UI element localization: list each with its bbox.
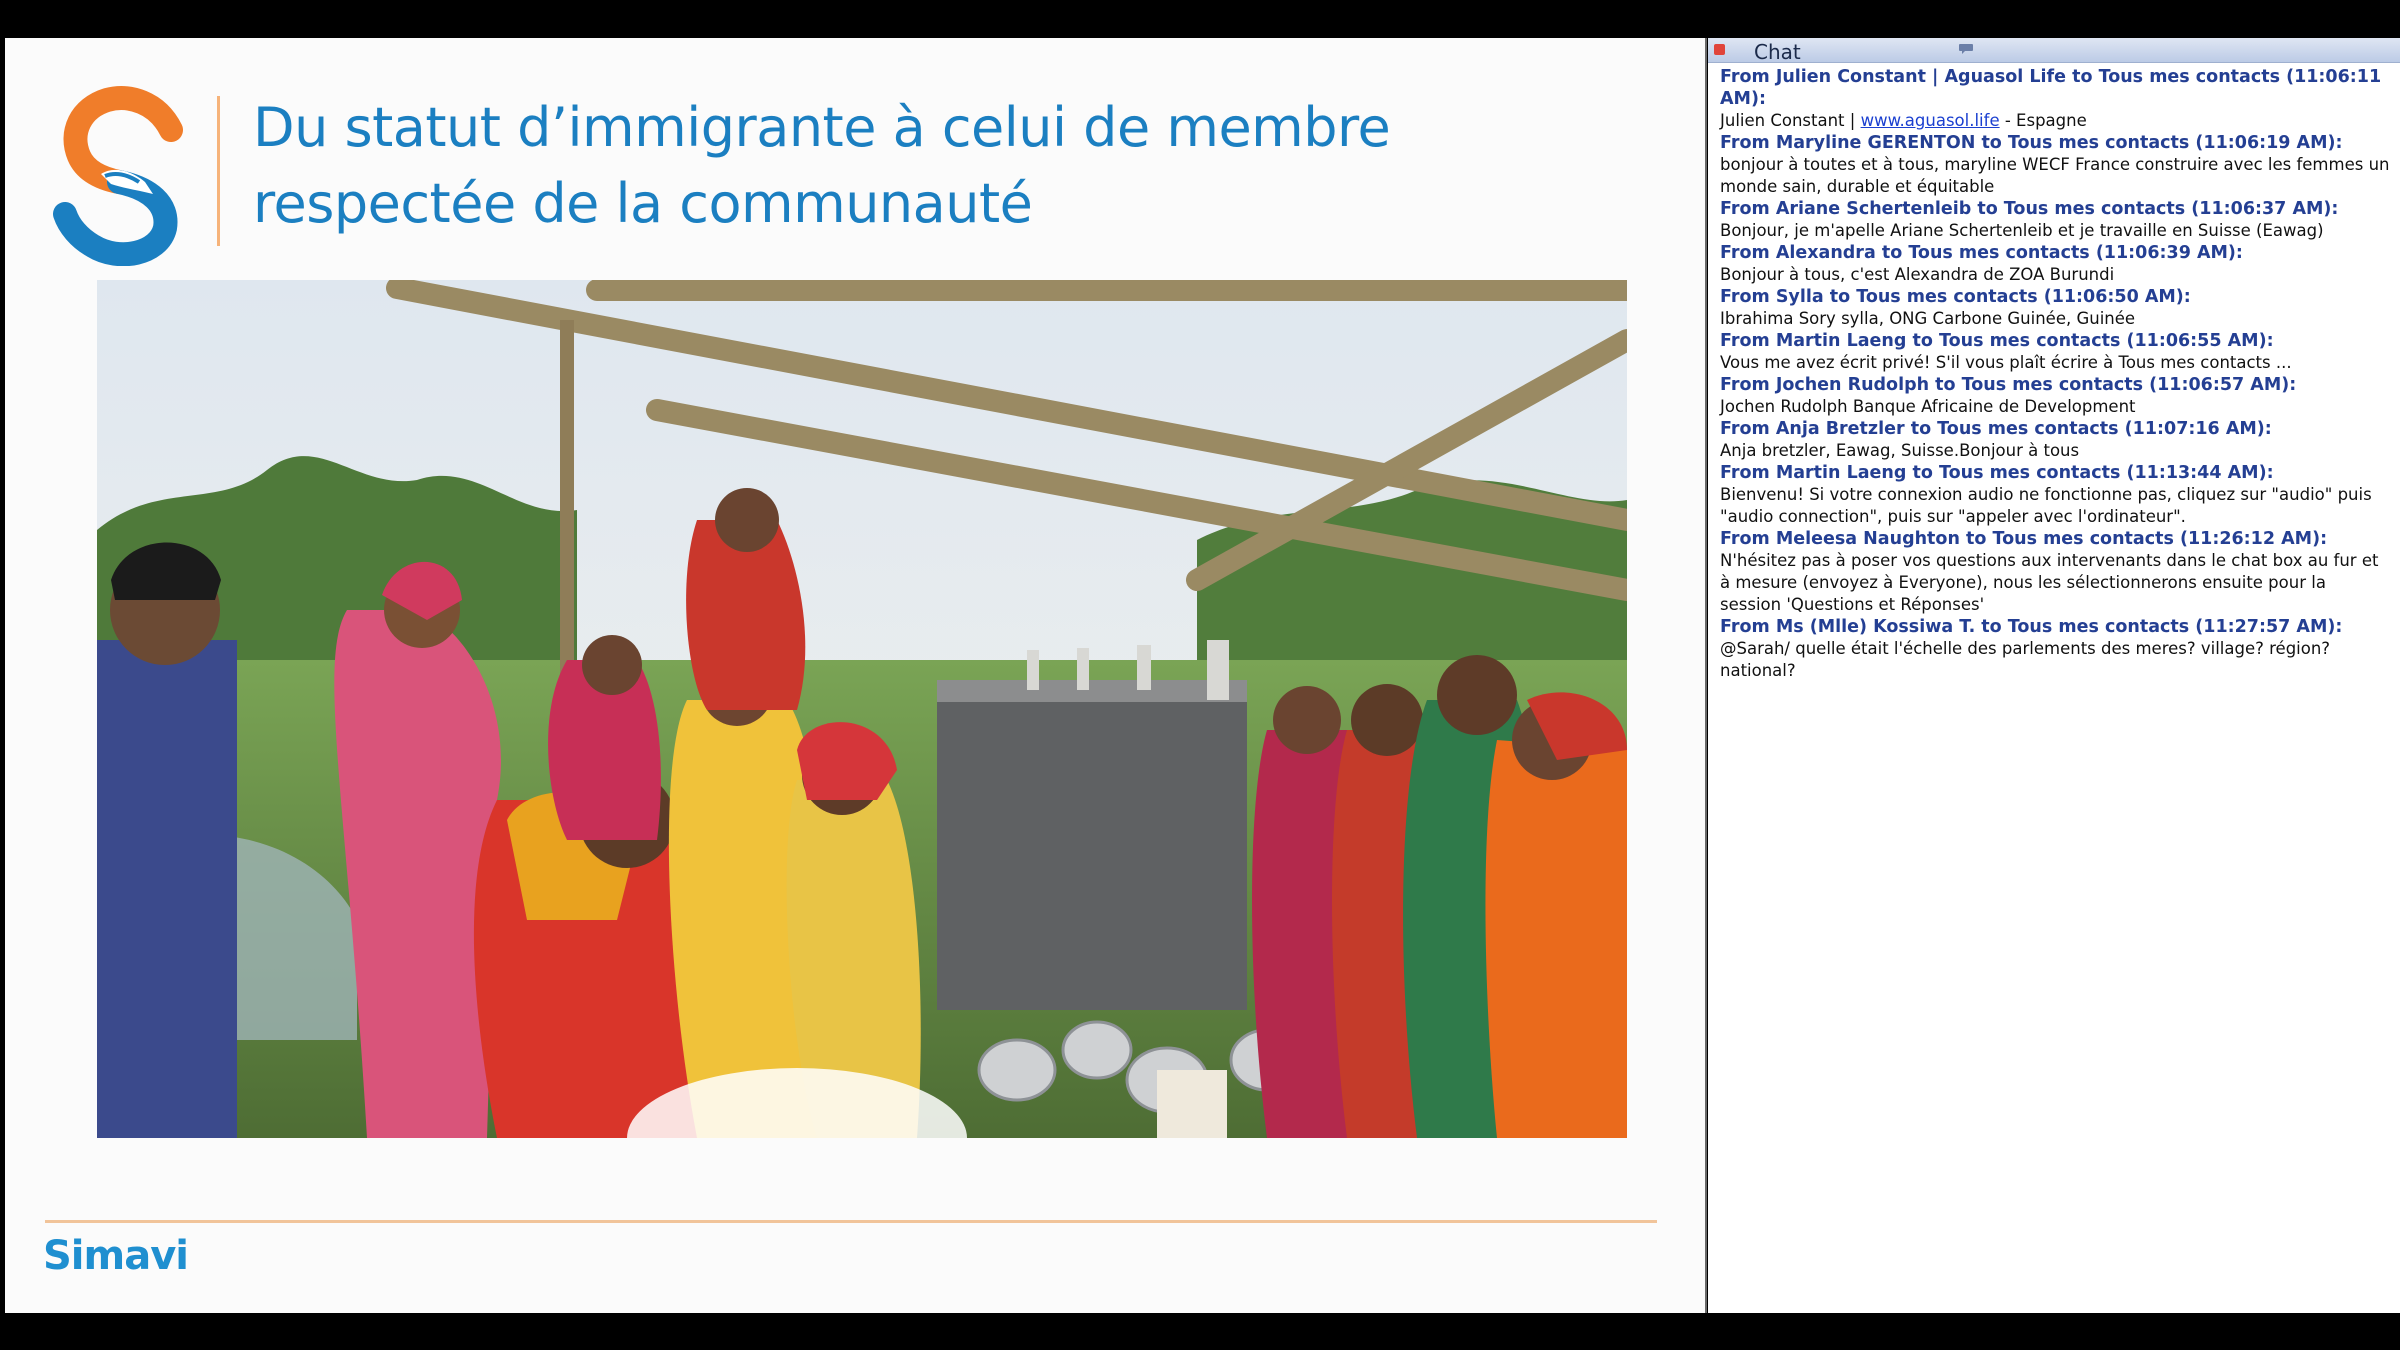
chat-message-text: - Espagne [1999, 111, 2087, 130]
footer-divider [45, 1220, 1657, 1223]
chat-message: From Sylla to Tous mes contacts (11:06:5… [1720, 286, 2392, 330]
slide-title: Du statut d’immigrante à celui de membre… [253, 90, 1553, 242]
chat-bubble-icon[interactable] [1958, 43, 1974, 55]
screen: Du statut d’immigrante à celui de membre… [0, 0, 2400, 1350]
chat-message: From Ariane Schertenleib to Tous mes con… [1720, 198, 2392, 242]
chat-message-body: N'hésitez pas à poser vos questions aux … [1720, 551, 2379, 614]
chat-message-body: Bienvenu! Si votre connexion audio ne fo… [1720, 485, 2372, 526]
chat-header: Chat [1708, 38, 2400, 64]
chat-message: From Maryline GERENTON to Tous mes conta… [1720, 132, 2392, 198]
title-divider [217, 96, 220, 246]
chat-panel: Chat From Julien Constant | Aguasol Life… [1708, 38, 2400, 1313]
simavi-s-logo-icon [53, 86, 183, 266]
chat-message-body: bonjour à toutes et à tous, maryline WEC… [1720, 155, 2390, 196]
simavi-logo: Simavi [43, 1233, 189, 1279]
chat-message-body: Vous me avez écrit privé! S'il vous plaî… [1720, 353, 2292, 372]
chat-message: From Alexandra to Tous mes contacts (11:… [1720, 242, 2392, 286]
chat-message: From Martin Laeng to Tous mes contacts (… [1720, 462, 2392, 528]
chat-message-header: From Ariane Schertenleib to Tous mes con… [1720, 199, 2339, 219]
chat-message: From Jochen Rudolph to Tous mes contacts… [1720, 374, 2392, 418]
slide-title-line2: respectée de la communauté [253, 172, 1033, 235]
chat-message-text: Julien Constant | [1720, 111, 1861, 130]
chat-message-list[interactable]: From Julien Constant | Aguasol Life to T… [1720, 66, 2392, 682]
chat-message-body: Bonjour, je m'apelle Ariane Schertenleib… [1720, 221, 2324, 240]
chat-message: From Anja Bretzler to Tous mes contacts … [1720, 418, 2392, 462]
chat-message: From Julien Constant | Aguasol Life to T… [1720, 66, 2392, 132]
chat-message-body: Julien Constant | www.aguasol.life - Esp… [1720, 110, 2392, 132]
presentation-slide: Du statut d’immigrante à celui de membre… [5, 38, 1707, 1313]
chat-message-header: From Jochen Rudolph to Tous mes contacts… [1720, 375, 2297, 395]
aguasol-link[interactable]: www.aguasol.life [1861, 111, 2000, 130]
chat-message-header: From Martin Laeng to Tous mes contacts (… [1720, 331, 2274, 351]
chat-message-header: From Sylla to Tous mes contacts (11:06:5… [1720, 287, 2191, 307]
chat-message-header: From Maryline GERENTON to Tous mes conta… [1720, 133, 2343, 153]
slide-title-line1: Du statut d’immigrante à celui de membre [253, 96, 1391, 159]
slide-photo [97, 280, 1627, 1138]
chat-title: Chat [1754, 40, 1801, 64]
chat-message: From Meleesa Naughton to Tous mes contac… [1720, 528, 2392, 616]
chat-message-body: Bonjour à tous, c'est Alexandra de ZOA B… [1720, 265, 2115, 284]
chat-message-header: From Julien Constant | Aguasol Life to T… [1720, 67, 2382, 109]
chat-message-header: From Meleesa Naughton to Tous mes contac… [1720, 529, 2328, 549]
chat-message-body: Anja bretzler, Eawag, Suisse.Bonjour à t… [1720, 441, 2080, 460]
water-point-photo-illustration [97, 280, 1627, 1138]
chat-message-header: From Anja Bretzler to Tous mes contacts … [1720, 419, 2272, 439]
chat-message-header: From Alexandra to Tous mes contacts (11:… [1720, 243, 2243, 263]
chat-message: From Ms (Mlle) Kossiwa T. to Tous mes co… [1720, 616, 2392, 682]
chat-message-header: From Ms (Mlle) Kossiwa T. to Tous mes co… [1720, 617, 2343, 637]
chat-message-body: @Sarah/ quelle était l'échelle des parle… [1720, 639, 2331, 680]
chat-message-body: Jochen Rudolph Banque Africaine de Devel… [1720, 397, 2136, 416]
chat-message-header: From Martin Laeng to Tous mes contacts (… [1720, 463, 2274, 483]
close-icon[interactable] [1714, 44, 1725, 55]
chat-message-body: Ibrahima Sory sylla, ONG Carbone Guinée,… [1720, 309, 2136, 328]
chat-message: From Martin Laeng to Tous mes contacts (… [1720, 330, 2392, 374]
